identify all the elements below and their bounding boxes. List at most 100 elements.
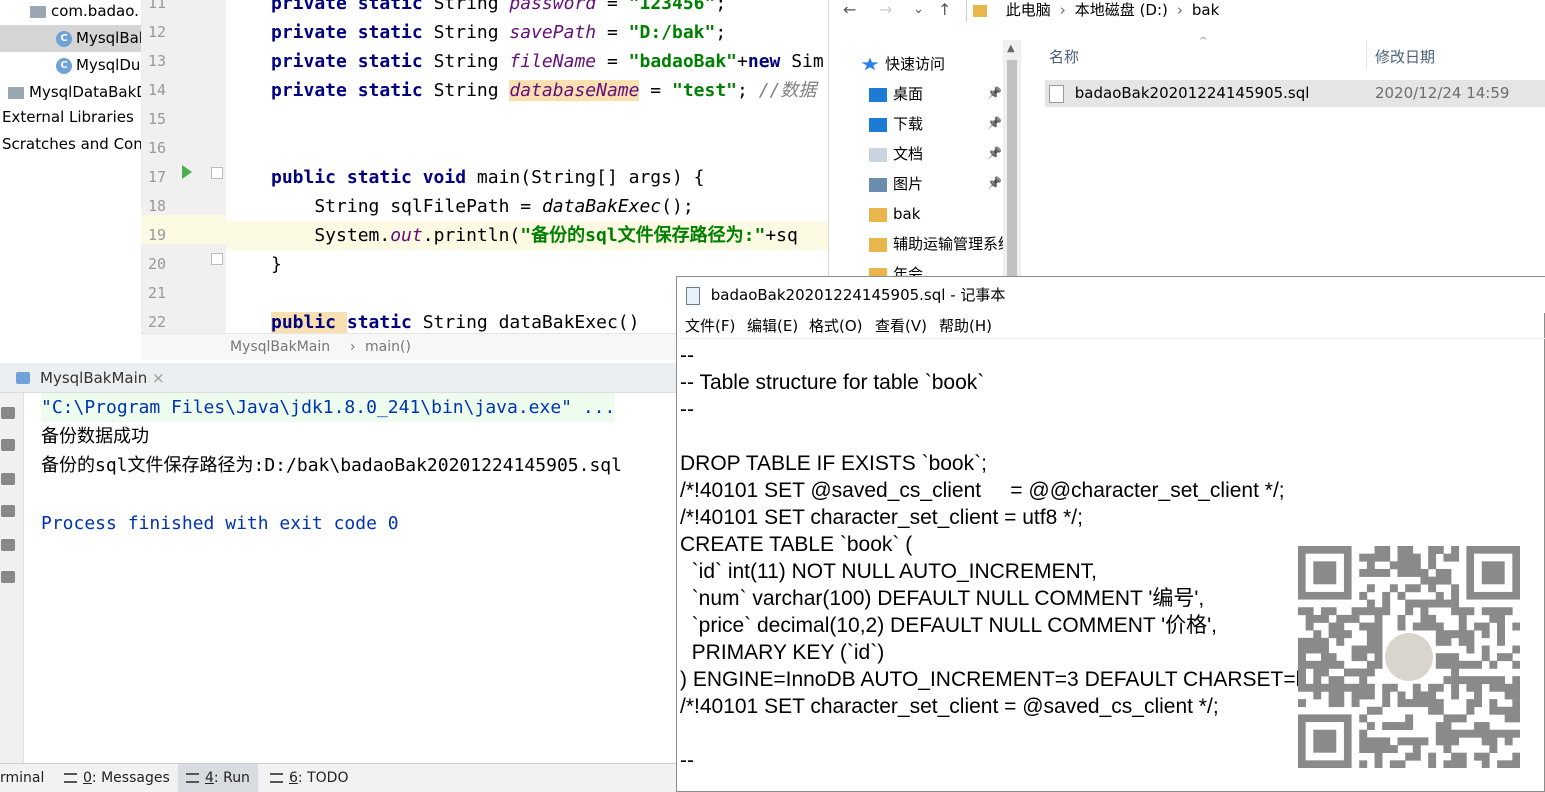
nav-pane-item[interactable]: 下载 [869, 109, 923, 139]
line-number: 14 [148, 81, 167, 99]
run-tab-label[interactable]: MysqlBakMain [40, 363, 147, 393]
code-token: "备份的sql文件保存路径为:" [520, 225, 766, 246]
project-tree-item[interactable]: Scratches and Cons [0, 131, 141, 158]
scroll-to-end-icon[interactable] [1, 505, 15, 517]
text-line: -- Table structure for table `book` [680, 371, 985, 394]
nav-pane-item[interactable]: 辅助运输管理系统 [869, 229, 1013, 259]
tab-label: : TODO [297, 770, 349, 786]
menu-bar: 文件(F) 编辑(E) 格式(O) 查看(V) 帮助(H) [677, 313, 1545, 339]
code-token: main(String[] args) { [476, 167, 705, 188]
notepad-title-bar[interactable]: badaoBak20201224145905.sql - 记事本 [677, 277, 1545, 313]
address-segment[interactable]: 此电脑 [1006, 1, 1051, 19]
scroll-up-icon[interactable]: ▲ [1007, 43, 1015, 54]
code-token: .println( [422, 225, 521, 246]
column-header-modified[interactable]: 修改日期 [1375, 46, 1435, 67]
back-arrow-icon[interactable]: ← [843, 0, 856, 20]
project-tree-item[interactable]: C MysqlDu [0, 52, 141, 79]
nav-pane-item[interactable]: 图片 [869, 169, 923, 199]
fold-marker-icon[interactable] [211, 167, 223, 179]
nav-pane-label: bak [893, 205, 921, 223]
explorer-nav-bar: ← → ⌄ ↑ 此电脑 › 本地磁盘 (D:) › bak [829, 0, 1545, 22]
nav-pane-label: 快速访问 [885, 55, 946, 73]
menu-item[interactable]: 编辑(E) [747, 313, 798, 339]
code-token: out [390, 225, 423, 246]
folder-icon [30, 5, 46, 18]
line-number: 15 [148, 110, 167, 128]
project-tree[interactable]: com.badao. C MysqlBal C MysqlDu MysqlDataBakD… [0, 0, 141, 360]
breadcrumb-method[interactable]: main() [365, 334, 411, 360]
menu-item[interactable]: 文件(F) [685, 313, 735, 339]
pin-icon[interactable]: 📌 [987, 86, 1002, 100]
folder-icon [869, 237, 887, 252]
code-token: String [433, 22, 510, 43]
tool-window-tab[interactable]: rminal [0, 764, 44, 792]
code-token: System. [271, 225, 391, 246]
code-token: = [596, 22, 629, 43]
window-title: badaoBak20201224145905.sql - 记事本 [710, 286, 1006, 304]
project-tree-item[interactable]: com.badao. [0, 0, 141, 25]
trash-icon[interactable] [1, 571, 15, 583]
menu-item[interactable]: 帮助(H) [939, 313, 992, 339]
console-line: 备份的sql文件保存路径为:D:/bak\badaoBak20201224145… [41, 455, 622, 476]
run-gutter-icon[interactable] [182, 165, 192, 179]
code-token: = [596, 0, 629, 14]
folder-icon [869, 207, 887, 222]
column-divider[interactable] [1366, 40, 1367, 70]
soft-wrap-icon[interactable] [1, 473, 15, 485]
code-token: ; [715, 22, 727, 43]
column-header-name[interactable]: 名称 [1049, 46, 1079, 67]
text-line: CREATE TABLE `book` ( [680, 533, 913, 556]
tool-window-tab[interactable]: 4: Run [178, 764, 258, 792]
address-segment[interactable]: 本地磁盘 (D:) [1075, 1, 1168, 19]
nav-pane-item[interactable]: bak [869, 199, 920, 229]
navigation-scrollbar[interactable]: ▲ [1003, 40, 1021, 276]
code-token: Sim [791, 51, 824, 72]
text-line: /*!40101 SET @saved_cs_client = @@charac… [680, 479, 1285, 502]
nav-pane-item[interactable]: 快速访问 [861, 49, 945, 79]
text-line: `price` decimal(10,2) DEFAULT NULL COMME… [680, 614, 1218, 637]
print-icon[interactable] [1, 539, 15, 551]
code-token: String sqlFilePath = [271, 196, 542, 217]
code-token: password [509, 0, 597, 14]
scrollbar-thumb[interactable] [1007, 60, 1017, 276]
sort-ascending-icon: ^ [1199, 36, 1208, 47]
pin-icon[interactable]: 📌 [987, 146, 1002, 160]
project-tree-item[interactable]: C MysqlBal [0, 25, 141, 52]
pin-icon[interactable]: 📌 [987, 176, 1002, 190]
fold-marker-icon[interactable] [211, 253, 223, 265]
list-icon [270, 773, 283, 783]
tab-shortcut: 4 [205, 770, 214, 786]
address-segment[interactable]: bak [1192, 1, 1219, 19]
text-line: /*!40101 SET character_set_client = @sav… [680, 695, 1219, 718]
menu-item[interactable]: 查看(V) [875, 313, 927, 339]
console-line: Process finished with exit code 0 [41, 513, 399, 534]
project-tree-item[interactable]: External Libraries [0, 104, 141, 131]
nav-pane-item[interactable]: 桌面 [869, 79, 923, 109]
recent-locations-icon[interactable]: ⌄ [913, 0, 924, 20]
star-icon [861, 57, 879, 71]
nav-pane-label: 桌面 [893, 85, 924, 103]
menu-item[interactable]: 格式(O) [809, 313, 863, 339]
code-token: //数据 [758, 80, 817, 101]
address-bar[interactable]: 此电脑 › 本地磁盘 (D:) › bak [966, 0, 1545, 22]
forward-arrow-icon[interactable]: → [879, 0, 892, 20]
file-row[interactable]: badaoBak20201224145905.sql 2020/12/24 14… [1045, 80, 1545, 107]
code-token: +sq [765, 225, 798, 246]
project-tree-item[interactable]: MysqlDataBakD [0, 79, 141, 106]
rerun-icon[interactable] [1, 407, 15, 419]
scroll-down-icon[interactable] [1, 439, 15, 451]
close-icon[interactable]: × [152, 363, 165, 393]
line-number: 18 [148, 197, 167, 215]
breadcrumb-class[interactable]: MysqlBakMain [230, 334, 330, 360]
tab-label: : Messages [91, 770, 170, 786]
code-token: String [433, 80, 510, 101]
pin-icon[interactable]: 📌 [987, 116, 1002, 130]
tool-window-tab[interactable]: 6: TODO [270, 764, 348, 792]
tool-window-tab[interactable]: 0: Messages [64, 764, 170, 792]
address-separator: › [1059, 1, 1066, 19]
tab-shortcut: 6 [289, 770, 298, 786]
nav-pane-item[interactable]: 文档 [869, 139, 923, 169]
up-arrow-icon[interactable]: ↑ [938, 0, 951, 20]
console-line: "C:\Program Files\Java\jdk1.8.0_241\bin\… [41, 393, 616, 422]
